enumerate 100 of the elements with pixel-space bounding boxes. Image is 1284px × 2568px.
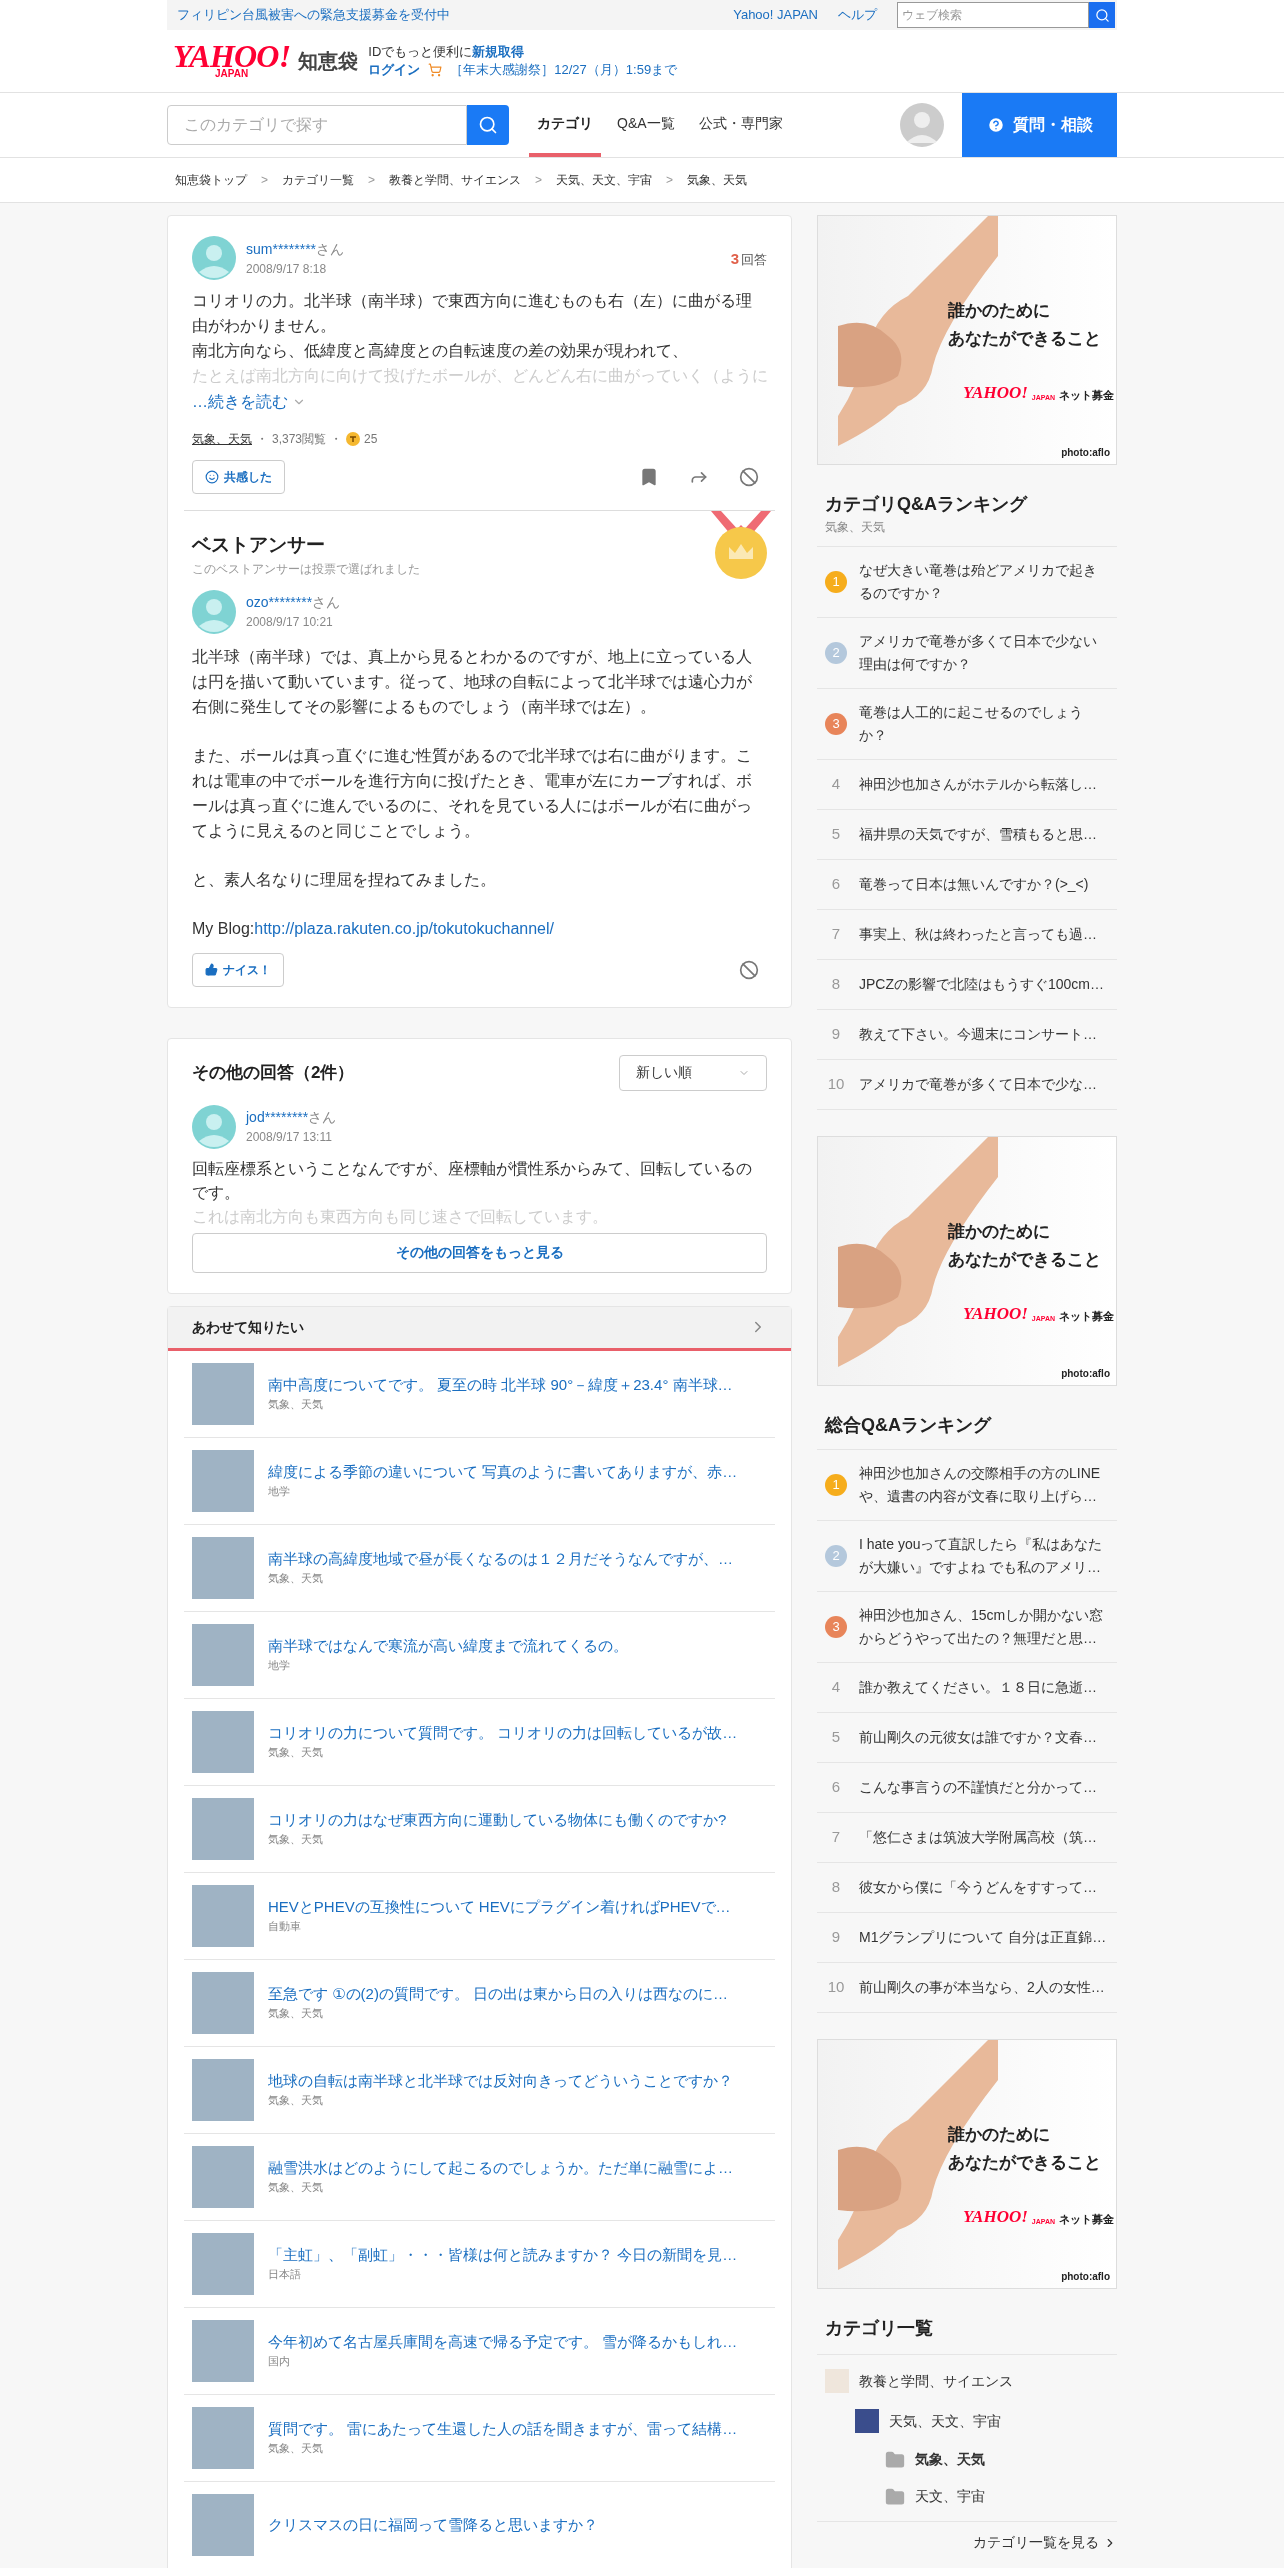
ad-service-name: ネット募金 <box>1059 1311 1115 1322</box>
related-question-link[interactable]: 融雪洪水はどのようにして起こるのでしょうか。ただ単に融雪によ… <box>268 2157 733 2180</box>
notice-link[interactable]: フィリピン台風被害への緊急支援募金を受付中 <box>177 5 450 25</box>
coin-amount: 25 <box>364 431 378 448</box>
blog-link[interactable]: http://plaza.rakuten.co.jp/tokutokuchannel/ <box>254 915 554 941</box>
yahoo-logo[interactable]: YAHOO! JAPAN <box>173 43 291 79</box>
cart-icon <box>428 63 443 77</box>
ranking-question-link[interactable]: 福井県の天気ですが、雪積もると思… <box>859 823 1097 846</box>
ranking-question-link[interactable]: 前山剛久の事が本当なら、2人の女性… <box>859 1976 1105 1999</box>
ranking-question-link[interactable]: 神田沙也加さんの交際相手の方のLINEや、遺書の内容が文春に取り上げら… <box>859 1462 1109 1508</box>
web-search-field[interactable]: ウェブ検索 <box>897 2 1089 28</box>
related-category: 地学 <box>268 1484 291 1500</box>
related-question-link[interactable]: 今年初めて名古屋兵庫間を高速で帰る予定です。 雪が降るかもしれ… <box>268 2331 738 2354</box>
rank-number: 5 <box>830 824 842 845</box>
sort-dropdown[interactable]: 新しい順 <box>619 1054 767 1091</box>
signup-link[interactable]: 新規取得 <box>472 43 525 61</box>
view-categories-link[interactable]: カテゴリ一覧を見る <box>817 2522 1117 2553</box>
ranking-question-link[interactable]: 神田沙也加さんがホテルから転落し… <box>859 773 1097 796</box>
ranking-question-link[interactable]: M1グランプリについて 自分は正直錦… <box>859 1926 1107 1949</box>
related-question-link[interactable]: コリオリの力について質問です。 コリオリの力は回転しているが故… <box>268 1722 738 1745</box>
category-search-field[interactable]: このカテゴリで探す <box>167 105 467 145</box>
breadcrumb-link[interactable]: 気象、天気 <box>687 171 748 189</box>
category-link[interactable]: 気象、天気 <box>192 430 252 448</box>
related-question-link[interactable]: 「主虹」、「副虹」・・・皆様は何と読みますか？ 今日の新聞を見… <box>268 2244 738 2267</box>
category-link[interactable]: 天気、天文、宇宙 <box>889 2410 1001 2432</box>
category-link[interactable]: 教養と学問、サイエンス <box>859 2370 1013 2392</box>
user-name-link[interactable]: sum******** <box>246 238 317 260</box>
medal-icon <box>709 511 773 581</box>
related-question-link[interactable]: 南半球ではなんで寒流が高い緯度まで流れてくるの。 <box>268 1635 628 1658</box>
ranking-question-link[interactable]: JPCZの影響で北陸はもうすぐ100cm… <box>859 973 1105 996</box>
search-button[interactable] <box>467 105 509 145</box>
search-button[interactable] <box>1089 2 1115 28</box>
rank-badge: 1 <box>825 571 847 593</box>
ranking-question-link[interactable]: 彼女から僕に「今うどんをすすって… <box>859 1876 1097 1899</box>
related-category: 地学 <box>268 1658 291 1674</box>
ask-button[interactable]: 質問・相談 <box>962 93 1117 157</box>
rank-number: 7 <box>830 924 842 945</box>
nav-tab[interactable]: カテゴリ <box>529 93 601 157</box>
related-question-link[interactable]: HEVとPHEVの互換性について HEVにプラグイン着ければPHEVで… <box>268 1896 731 1919</box>
related-question-link[interactable]: クリスマスの日に福岡って雪降ると思いますか？ <box>268 2513 598 2536</box>
category-link[interactable]: 天文、宇宙 <box>915 2486 985 2507</box>
nav-tab[interactable]: 公式・専門家 <box>690 93 791 157</box>
related-question-link[interactable]: 至急です ①の(2)の質問です。 日の出は東から日の入りは西なのに… <box>268 1983 729 2006</box>
ranking-question-link[interactable]: なぜ大きい竜巻は殆どアメリカで起きるのですか？ <box>859 559 1109 605</box>
ranking-question-link[interactable]: 事実上、秋は終わったと言っても過… <box>859 923 1097 946</box>
search-icon <box>478 115 498 135</box>
breadcrumb-link[interactable]: 教養と学問、サイエンス <box>389 171 522 189</box>
ranking-question-link[interactable]: 竜巻は人工的に起こせるのでしょうか？ <box>859 701 1109 747</box>
photo-placeholder <box>192 2406 254 2469</box>
rank-badge: 1 <box>825 1474 847 1496</box>
rank-badge: 3 <box>825 1616 847 1638</box>
ranking-question-link[interactable]: アメリカで竜巻が多くて日本で少ない理由は何ですか？ <box>859 630 1109 676</box>
breadcrumb-link[interactable]: カテゴリ一覧 <box>282 171 354 189</box>
ranking-question-link[interactable]: こんな事言うの不謹慎だと分かって… <box>859 1776 1097 1799</box>
ranking-question-link[interactable]: 神田沙也加さん、15cmしか開かない窓からどうやって出たの？無理だと思… <box>859 1604 1109 1650</box>
ad-headline: あなたができること <box>948 1248 1101 1271</box>
breadcrumb-link[interactable]: 天気、天文、宇宙 <box>556 171 653 189</box>
nav-tab[interactable]: Q&A一覧 <box>609 93 683 157</box>
breadcrumb-link[interactable]: 知恵袋トップ <box>175 171 247 189</box>
rank-number: 10 <box>826 1074 846 1095</box>
related-title: あわせて知りたい <box>192 1317 304 1337</box>
rank-badge: 3 <box>825 713 847 735</box>
related-question-link[interactable]: 緯度による季節の違いについて 写真のように書いてありますが、赤… <box>268 1461 738 1484</box>
ranking-question-link[interactable]: 「悠仁さまは筑波大学附属高校（筑… <box>859 1826 1097 1849</box>
smiley-icon <box>205 470 219 484</box>
ranking-question-link[interactable]: 誰か教えてください。１８日に急逝… <box>859 1676 1097 1699</box>
related-question-link[interactable]: 南半球の高緯度地域で昼が長くなるのは１２月だそうなんですが、… <box>268 1548 733 1571</box>
more-answers-button[interactable]: その他の回答をもっと見る <box>192 1232 767 1273</box>
empathy-button[interactable]: 共感した <box>192 460 285 494</box>
ranking-question-link[interactable]: 竜巻って日本は無いんですか？(>_<) <box>859 873 1089 896</box>
breadcrumb-separator: > <box>368 172 376 189</box>
ranking-question-link[interactable]: I hate youって直訳したら『私はあなたが大嫌い』ですよね でも私のアメリ… <box>859 1533 1109 1579</box>
photo-placeholder <box>192 2493 254 2556</box>
ad-headline: あなたができること <box>948 327 1101 350</box>
bookmark-icon[interactable] <box>639 467 659 487</box>
user-name-link[interactable]: ozo******** <box>246 592 313 613</box>
answer-text: 回転座標系ということなんですが、座標軸が慣性系からみて、回転しているのです。 <box>192 1158 753 1203</box>
rank-number: 9 <box>830 1024 842 1045</box>
related-question-link[interactable]: コリオリの力はなぜ東西方向に運動している物体にも働くのですか? <box>268 1809 727 1832</box>
block-icon[interactable] <box>739 959 759 980</box>
category-link[interactable]: 気象、天気 <box>915 2449 985 2470</box>
related-question-link[interactable]: 地球の自転は南半球と北半球では反対向きってどういうことですか？ <box>268 2070 733 2093</box>
ranking-question-link[interactable]: 教えて下さい。今週末にコンサート… <box>859 1023 1097 1046</box>
ranking-question-link[interactable]: アメリカで竜巻が多くて日本で少な… <box>859 1073 1097 1096</box>
header-link[interactable]: ヘルプ <box>838 5 877 25</box>
nice-button[interactable]: ナイス！ <box>192 952 284 987</box>
read-more-link[interactable]: …続きを読む <box>192 390 767 414</box>
related-question-link[interactable]: 質問です。 雷にあたって生還した人の話を聞きますが、雷って結構… <box>268 2418 738 2441</box>
campaign-link[interactable]: ［年末大感謝祭］12/27（月）1:59まで <box>450 61 678 79</box>
question-text: 南北方向なら、低緯度と高緯度との自転速度の差の効果が現われて、 <box>192 341 689 361</box>
ranking-question-link[interactable]: 前山剛久の元彼女は誰ですか？文春… <box>859 1726 1097 1749</box>
service-name: 知恵袋 <box>298 49 359 74</box>
ad-headline: あなたができること <box>948 2151 1101 2174</box>
breadcrumb-separator: > <box>666 172 674 189</box>
related-question-link[interactable]: 南中高度についてです。 夏至の時 北半球 90°－緯度＋23.4° 南半球… <box>268 1374 733 1397</box>
user-name-link[interactable]: jod******** <box>246 1107 309 1128</box>
header-link[interactable]: Yahoo! JAPAN <box>733 5 818 25</box>
login-link[interactable]: ログイン <box>368 61 421 79</box>
block-icon[interactable] <box>739 467 759 487</box>
related-header[interactable]: あわせて知りたい <box>168 1306 791 1351</box>
